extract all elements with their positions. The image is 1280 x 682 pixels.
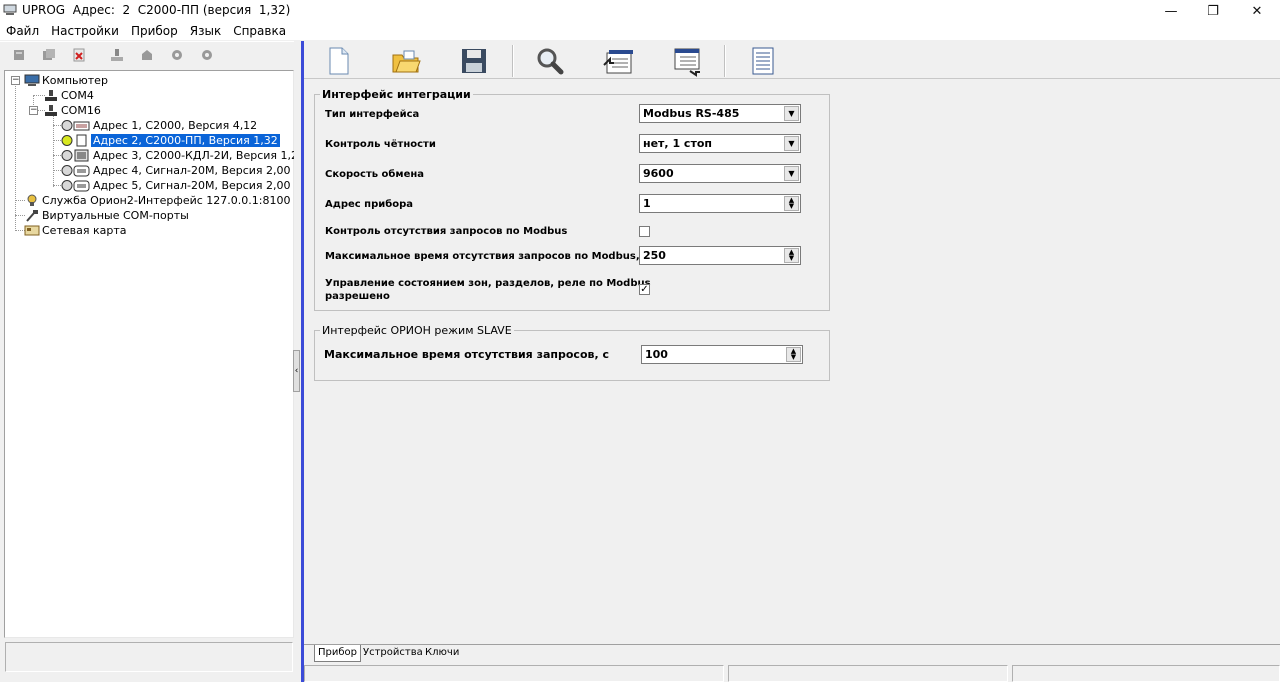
device-status-icon [61, 134, 87, 147]
parity-select[interactable]: нет, 1 стоп ▼ [639, 134, 801, 153]
tree-status-panel [5, 642, 293, 672]
device-settings-panel: Интерфейс интеграции Тип интерфейса Modb… [304, 80, 1280, 644]
device-status-icon [61, 180, 90, 192]
tab-devices[interactable]: Устройства [360, 645, 426, 662]
add-device-icon[interactable] [12, 48, 26, 62]
open-folder-icon[interactable] [390, 45, 422, 77]
tree-item-device-5[interactable]: Адрес 5, Сигнал-20М, Версия 2,00 [61, 178, 293, 193]
bottom-tabs: Прибор Устройства Ключи [304, 644, 1280, 662]
orion-max-timeout-spinner[interactable]: 100 ▲ ▼ [641, 345, 803, 364]
parity-label: Контроль чётности [325, 139, 436, 150]
connect-icon[interactable] [140, 48, 154, 62]
status-panel [728, 665, 1008, 682]
toolbar-separator [512, 45, 514, 77]
menu-device[interactable]: Прибор [125, 22, 184, 40]
spin-arrows-icon[interactable]: ▲ ▼ [784, 248, 799, 263]
integration-group-title: Интерфейс интеграции [320, 88, 473, 101]
new-document-icon[interactable] [322, 45, 354, 77]
network-card-icon [24, 225, 40, 236]
title-bar: UPROG Адрес: 2 С2000-ПП (версия 1,32) — … [0, 0, 1280, 22]
search-icon[interactable] [534, 45, 566, 77]
main-toolbar [304, 41, 1280, 79]
restore-button[interactable]: ❐ [1190, 0, 1236, 22]
tree-item-device-3[interactable]: Адрес 3, С2000-КДЛ-2И, Версия 1,26 [61, 148, 307, 163]
tree-connector [15, 83, 16, 231]
device-tree[interactable]: − − Компьютер COM4 COM16 Адрес 1, С2000,… [4, 70, 305, 638]
com-port-icon [45, 105, 57, 116]
orion-slave-groupbox: Интерфейс ОРИОН режим SLAVE Максимальное… [314, 324, 830, 381]
orion-max-timeout-label: Максимальное время отсутствия запросов, … [324, 348, 609, 361]
tree-item-service[interactable]: Служба Орион2-Интерфейс 127.0.0.1:8100 [24, 193, 292, 208]
computer-icon [24, 74, 40, 86]
device-address-label: Адрес прибора [325, 199, 413, 210]
toolbar-separator [724, 45, 726, 77]
read-config-icon[interactable] [602, 45, 634, 77]
tree-item-com16[interactable]: COM16 [43, 103, 103, 118]
tree-item-network-card[interactable]: Сетевая карта [24, 223, 128, 238]
collapse-panel-handle[interactable]: ‹ [293, 350, 300, 392]
device-status-icon [61, 165, 90, 177]
plug-icon [26, 210, 38, 222]
modbus-max-timeout-label: Максимальное время отсутствия запросов п… [325, 251, 650, 262]
chevron-down-icon[interactable]: ▼ [784, 136, 799, 151]
window-title: UPROG Адрес: 2 С2000-ПП (версия 1,32) [22, 3, 291, 17]
menu-settings[interactable]: Настройки [45, 22, 125, 40]
spin-arrows-icon[interactable]: ▲ ▼ [784, 196, 799, 211]
chevron-down-icon[interactable]: ▼ [784, 106, 799, 121]
modbus-timeout-control-label: Контроль отсутствия запросов по Modbus [325, 226, 568, 237]
settings-gear-icon[interactable] [170, 48, 184, 62]
save-disk-icon[interactable] [458, 45, 490, 77]
com-port-icon [45, 90, 57, 101]
speed-select[interactable]: 9600 ▼ [639, 164, 801, 183]
menu-file[interactable]: Файл [0, 22, 45, 40]
tree-toolbar [0, 41, 300, 71]
tree-item-device-2[interactable]: Адрес 2, С2000-ПП, Версия 1,32 [61, 133, 281, 148]
device-status-icon [61, 120, 90, 131]
spin-arrows-icon[interactable]: ▲ ▼ [786, 347, 801, 362]
status-bar [304, 664, 1280, 682]
tree-item-virtual-ports[interactable]: Виртуальные COM-порты [24, 208, 191, 223]
minimize-button[interactable]: — [1148, 0, 1194, 22]
service-icon [27, 194, 37, 206]
app-icon [3, 4, 17, 15]
modbus-max-timeout-spinner[interactable]: 250 ▲ ▼ [639, 246, 801, 265]
tree-item-device-1[interactable]: Адрес 1, С2000, Версия 4,12 [61, 118, 259, 133]
menu-help[interactable]: Справка [227, 22, 292, 40]
collapse-toggle[interactable]: − [29, 106, 38, 115]
write-config-icon[interactable] [670, 45, 702, 77]
delete-device-icon[interactable] [72, 48, 86, 62]
settings-gear-2-icon[interactable] [200, 48, 214, 62]
close-button[interactable]: ✕ [1234, 0, 1280, 22]
device-status-icon [61, 149, 89, 162]
interface-type-label: Тип интерфейса [325, 109, 420, 120]
com-port-icon[interactable] [110, 48, 124, 62]
zone-control-label-cont: разрешено [325, 291, 390, 302]
status-panel [304, 665, 724, 682]
tree-item-computer[interactable]: Компьютер [24, 73, 110, 88]
menu-bar: Файл Настройки Прибор Язык Справка [0, 22, 1280, 40]
menu-language[interactable]: Язык [184, 22, 227, 40]
integration-groupbox: Интерфейс интеграции Тип интерфейса Modb… [314, 88, 830, 311]
report-icon[interactable] [746, 45, 778, 77]
orion-group-title: Интерфейс ОРИОН режим SLAVE [320, 324, 514, 337]
tree-item-com4[interactable]: COM4 [43, 88, 96, 103]
tree-item-device-4[interactable]: Адрес 4, Сигнал-20М, Версия 2,00 [61, 163, 293, 178]
chevron-down-icon[interactable]: ▼ [784, 166, 799, 181]
copy-device-icon[interactable] [42, 48, 56, 62]
collapse-toggle[interactable]: − [11, 76, 20, 85]
tab-device[interactable]: Прибор [314, 645, 361, 662]
modbus-timeout-control-checkbox[interactable] [639, 226, 650, 237]
status-panel [1012, 665, 1280, 682]
tab-keys[interactable]: Ключи [422, 645, 462, 662]
device-address-spinner[interactable]: 1 ▲ ▼ [639, 194, 801, 213]
speed-label: Скорость обмена [325, 169, 425, 180]
zone-control-label: Управление состоянием зон, разделов, рел… [325, 278, 651, 289]
interface-type-select[interactable]: Modbus RS-485 ▼ [639, 104, 801, 123]
zone-control-checkbox[interactable]: ✓ [639, 284, 650, 295]
